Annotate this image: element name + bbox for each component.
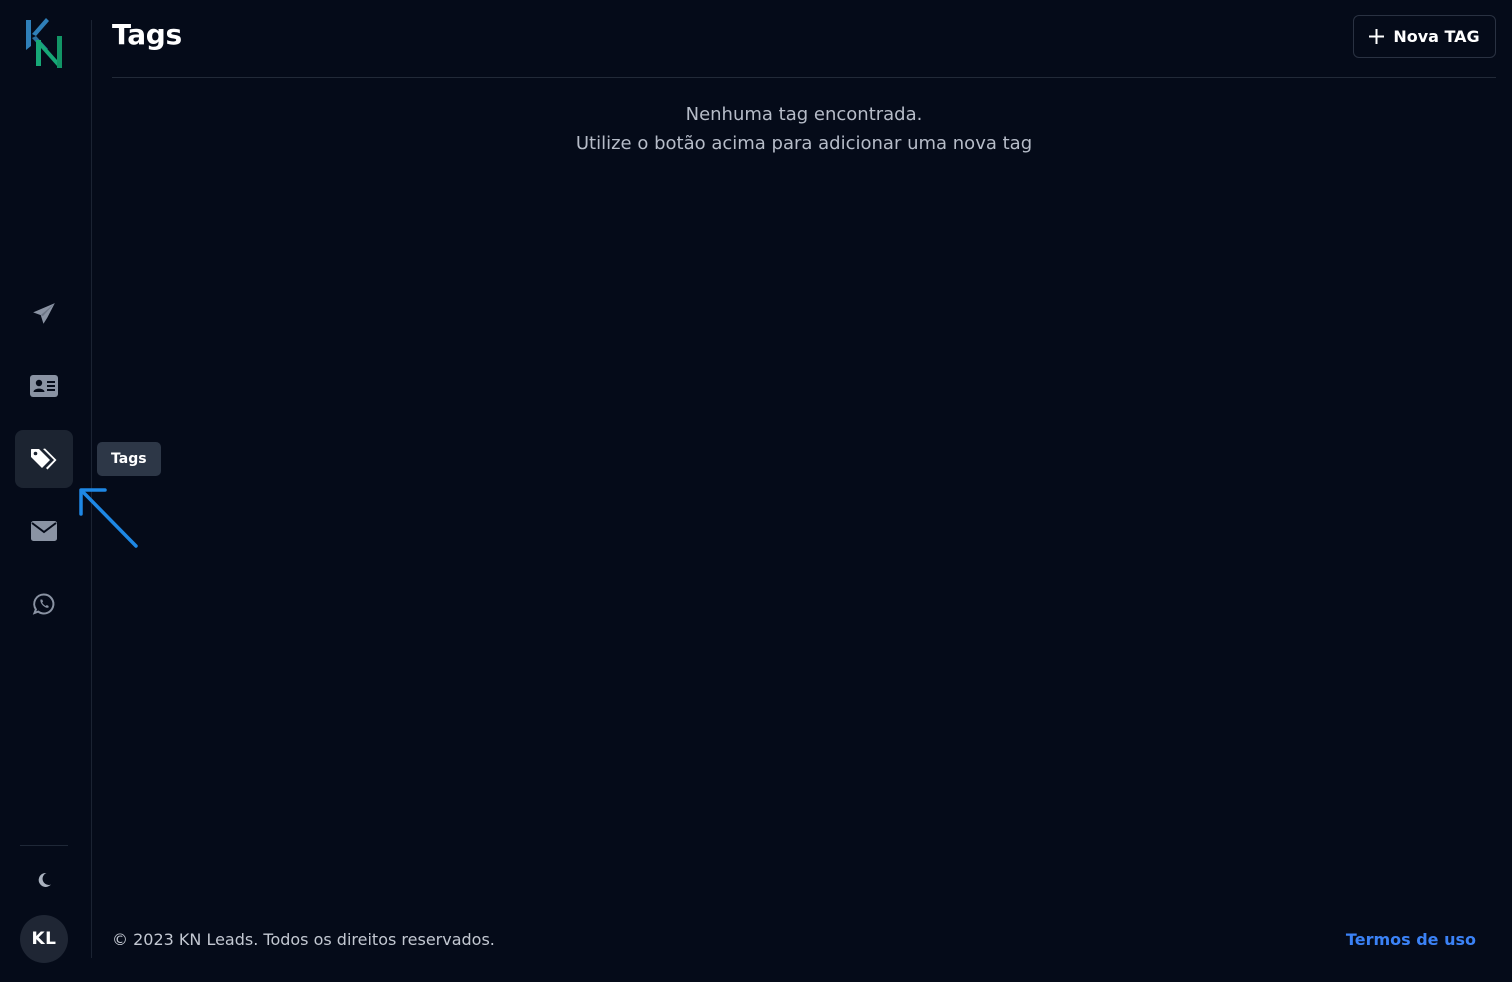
logo-icon <box>26 18 62 68</box>
tags-icon <box>31 448 57 470</box>
new-tag-label: Nova TAG <box>1393 27 1480 46</box>
sidebar-item-campaigns[interactable] <box>15 285 73 343</box>
plus-icon <box>1369 29 1385 44</box>
sidebar-item-email[interactable] <box>15 502 73 560</box>
app-root: KL Tags Tags Nova TAG Nenhuma tag encont… <box>0 0 1512 982</box>
user-avatar[interactable]: KL <box>20 915 68 963</box>
moon-icon <box>38 872 51 887</box>
footer-copyright: © 2023 KN Leads. Todos os direitos reser… <box>112 930 495 949</box>
page-title: Tags <box>112 18 182 51</box>
empty-state-hint: Utilize o botão acima para adicionar uma… <box>575 133 1033 154</box>
sidebar-divider <box>20 845 68 846</box>
sidebar-item-whatsapp[interactable] <box>15 575 73 633</box>
annotation-arrow-icon <box>79 488 138 548</box>
terms-link[interactable]: Termos de uso <box>1346 930 1476 949</box>
kn-logo[interactable] <box>24 16 66 70</box>
sidebar-item-contacts[interactable] <box>15 357 73 415</box>
empty-state-title: Nenhuma tag encontrada. <box>685 104 923 125</box>
empty-state: Nenhuma tag encontrada. Utilize o botão … <box>112 100 1496 158</box>
tags-tooltip: Tags <box>97 442 161 476</box>
paper-plane-icon <box>33 303 55 324</box>
address-card-icon <box>30 375 58 397</box>
envelope-icon <box>31 521 57 541</box>
sidebar-item-tags[interactable] <box>15 430 73 488</box>
theme-toggle[interactable] <box>28 864 60 896</box>
whatsapp-icon <box>32 593 55 615</box>
new-tag-button[interactable]: Nova TAG <box>1353 15 1496 58</box>
header-divider <box>112 77 1496 78</box>
